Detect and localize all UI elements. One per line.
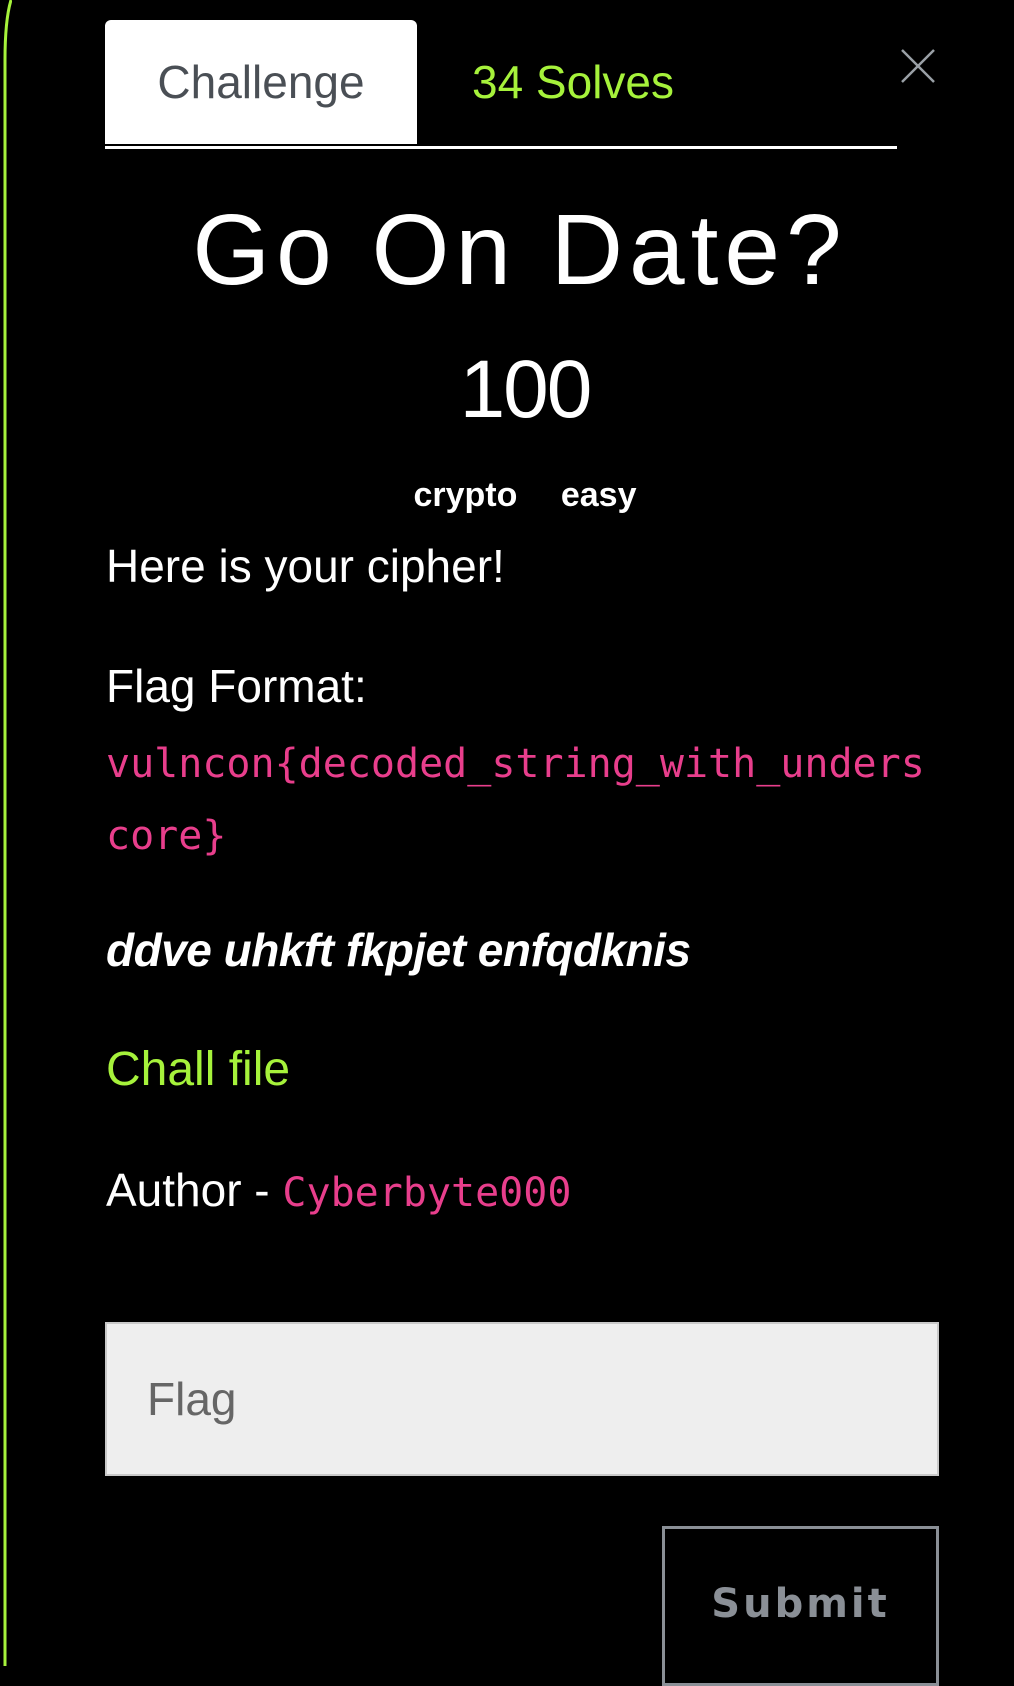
submit-button[interactable]: Submit bbox=[662, 1526, 939, 1686]
chall-file-link[interactable]: Chall file bbox=[106, 1040, 290, 1100]
close-button[interactable] bbox=[896, 44, 940, 88]
author-label: Author - bbox=[106, 1164, 270, 1216]
cipher-text: ddve uhkft fkpjet enfqdknis bbox=[106, 924, 691, 976]
tab-challenge[interactable]: Challenge bbox=[105, 20, 417, 144]
tag-crypto: crypto bbox=[413, 476, 518, 514]
author-line: Author - Cyberbyte000 bbox=[106, 1160, 571, 1223]
flag-format-code: vulncon{decoded_string_with_underscore} bbox=[106, 741, 925, 859]
challenge-title: Go On Date? bbox=[192, 194, 848, 306]
challenge-points: 100 bbox=[459, 344, 593, 435]
tag-easy: easy bbox=[560, 476, 637, 514]
flag-input[interactable] bbox=[105, 1322, 939, 1476]
flag-format-label: Flag Format: bbox=[106, 660, 367, 712]
close-icon bbox=[901, 49, 935, 83]
author-handle: Cyberbyte000 bbox=[282, 1170, 572, 1216]
challenge-tabs: Challenge 34 Solves bbox=[105, 20, 897, 149]
tab-solves[interactable]: 34 Solves bbox=[417, 20, 729, 144]
description-intro: Here is your cipher! bbox=[106, 540, 505, 592]
challenge-tags: crypto easy bbox=[0, 476, 1014, 515]
